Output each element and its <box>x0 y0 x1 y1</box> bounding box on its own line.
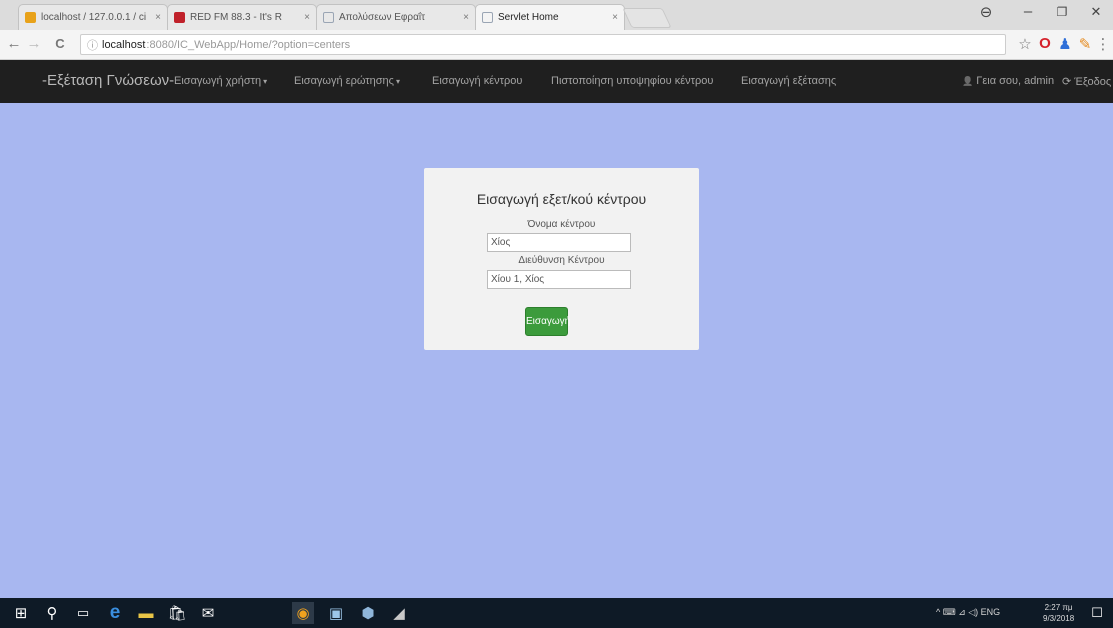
taskbar-clock[interactable]: 2:27 πμ 9/3/2018 <box>1043 602 1074 624</box>
browser-tab-radio[interactable]: RED FM 88.3 - It's R × <box>167 4 317 30</box>
nav-label: Εισαγωγή εξέτασης <box>741 75 837 87</box>
reload-button[interactable]: C <box>52 36 68 51</box>
chrome-icon[interactable]: ◉ <box>292 602 314 624</box>
logout-text: Έξοδος <box>1074 76 1112 88</box>
logout-link[interactable]: ⟳ Έξοδος <box>1062 75 1111 88</box>
profile-icon[interactable]: ⊖ <box>972 3 1000 21</box>
nav-insert-question[interactable]: Εισαγωγή ερώτησης ▾ <box>294 75 400 87</box>
caret-down-icon: ▾ <box>395 77 400 86</box>
search-icon[interactable]: ⚲ <box>41 602 63 624</box>
tab-close-icon[interactable]: × <box>155 12 161 23</box>
user-greeting[interactable]: 👤 Γεια σου, admin <box>962 75 1054 87</box>
nav-label: Εισαγωγή ερώτησης <box>294 75 394 87</box>
tab-title: Servlet Home <box>498 12 559 23</box>
file-explorer-icon[interactable]: ▬ <box>135 602 157 624</box>
extension-icon[interactable]: ♟ <box>1056 35 1074 53</box>
maximize-button[interactable]: ❐ <box>1048 5 1076 19</box>
mail-icon[interactable]: ✉ <box>197 602 219 624</box>
extension-icon[interactable]: ✎ <box>1076 35 1094 53</box>
browser-tab-document[interactable]: Απολύσεων Εφραΐτ × <box>316 4 476 30</box>
notifications-icon[interactable]: ☐ <box>1086 602 1108 624</box>
tab-page-icon <box>482 12 493 23</box>
edge-browser-icon[interactable]: e <box>104 602 126 624</box>
site-info-icon[interactable]: ⓘ <box>87 37 98 53</box>
system-tray[interactable]: ^ ⌨ ⊿ ◁) ENG <box>936 607 1000 618</box>
store-icon[interactable]: 🛍 <box>166 602 188 624</box>
nav-insert-exam[interactable]: Εισαγωγή εξέτασης <box>741 75 836 87</box>
nav-certify-candidate[interactable]: Πιστοποίηση υποψηφίου κέντρου <box>551 75 713 87</box>
nav-label: Εισαγωγή κέντρου <box>432 75 523 87</box>
opera-extension-icon[interactable]: O <box>1036 35 1054 52</box>
nav-label: Πιστοποίηση υποψηφίου κέντρου <box>551 75 714 87</box>
center-name-input[interactable] <box>487 233 631 252</box>
user-icon: 👤 <box>962 76 974 86</box>
tab-favicon-icon <box>25 12 36 23</box>
paint-icon[interactable]: ◢ <box>388 602 410 624</box>
browser-tab-servlet-home[interactable]: Servlet Home × <box>475 4 625 30</box>
browser-tab-phpmyadmin[interactable]: localhost / 127.0.0.1 / ci × <box>18 4 168 30</box>
greeting-text: Γεια σου, admin <box>976 75 1055 87</box>
tab-close-icon[interactable]: × <box>612 12 618 23</box>
close-window-button[interactable]: ✕ <box>1082 4 1110 20</box>
package-icon[interactable]: ⬢ <box>357 602 379 624</box>
url-host: localhost <box>102 38 146 51</box>
insert-button[interactable]: Εισαγωγή <box>525 307 570 336</box>
new-tab-button[interactable] <box>622 8 672 28</box>
app-window-icon[interactable]: ▣ <box>325 602 347 624</box>
address-bar[interactable]: ⓘ localhost :8080/IC_WebApp/Home/?option… <box>80 34 1006 55</box>
minimize-button[interactable]: – <box>1014 3 1042 20</box>
tab-close-icon[interactable]: × <box>463 12 469 23</box>
app-navbar: -Εξέταση Γνώσεων- Εισαγωγή χρήστη ▾ Εισαγ… <box>0 60 1113 103</box>
tab-title: RED FM 88.3 - It's R <box>190 12 282 23</box>
caret-down-icon: ▾ <box>263 77 268 86</box>
tab-title: localhost / 127.0.0.1 / ci <box>41 12 147 23</box>
center-name-label: Όνομα κέντρου <box>527 219 596 230</box>
center-address-label: Διεύθυνση Κέντρου <box>518 255 605 266</box>
url-path: :8080/IC_WebApp/Home/?option=centers <box>146 38 351 51</box>
brand-link[interactable]: -Εξέταση Γνώσεων- <box>42 72 174 89</box>
logout-icon: ⟳ <box>1062 76 1072 88</box>
tab-close-icon[interactable]: × <box>304 12 310 23</box>
browser-tab-strip: localhost / 127.0.0.1 / ci × RED FM 88.3… <box>0 0 1113 30</box>
nav-label: Εισαγωγή χρήστη <box>174 75 262 87</box>
browser-toolbar: ← → C ⓘ localhost :8080/IC_WebApp/Home/?… <box>0 30 1113 60</box>
task-view-icon[interactable]: ▭ <box>72 602 94 624</box>
insert-center-form: Εισαγωγή εξετ/κού κέντρου Όνομα κέντρου … <box>424 168 699 350</box>
windows-taskbar: ⊞ ⚲ ▭ e ▬ 🛍 ✉ ◉ ▣ ⬢ ◢ ^ ⌨ ⊿ ◁) ENG 2:27 … <box>0 598 1113 628</box>
tab-title: Απολύσεων Εφραΐτ <box>339 12 426 23</box>
nav-insert-center[interactable]: Εισαγωγή κέντρου <box>432 75 522 87</box>
center-address-input[interactable] <box>487 270 631 289</box>
forward-button[interactable]: → <box>26 35 42 52</box>
tab-page-icon <box>323 12 334 23</box>
form-title: Εισαγωγή εξετ/κού κέντρου <box>476 191 647 207</box>
nav-insert-user[interactable]: Εισαγωγή χρήστη ▾ <box>174 75 267 87</box>
clock-date: 9/3/2018 <box>1043 614 1075 623</box>
windows-start-icon[interactable]: ⊞ <box>10 602 32 624</box>
tab-favicon-icon <box>174 12 185 23</box>
back-button[interactable]: ← <box>6 35 22 52</box>
clock-time: 2:27 πμ <box>1044 603 1073 612</box>
chrome-menu-icon[interactable]: ⋮ <box>1094 35 1112 53</box>
bookmark-star-icon[interactable]: ☆ <box>1016 35 1034 53</box>
